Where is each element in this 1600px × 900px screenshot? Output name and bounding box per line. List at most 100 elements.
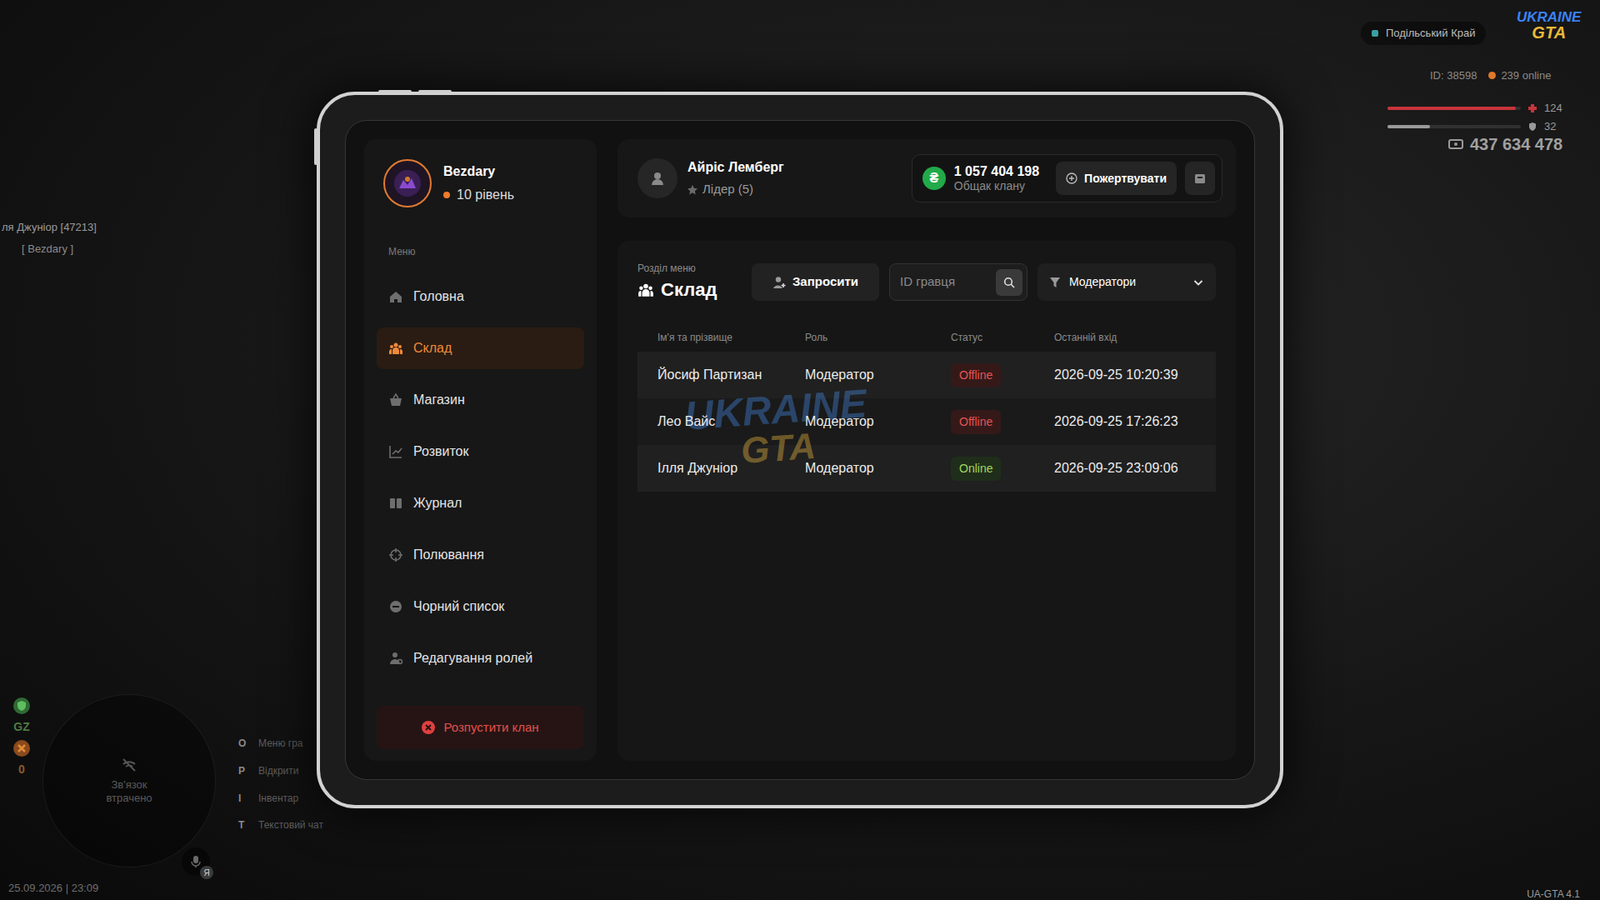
donate-button[interactable]: Пожертвувати <box>1055 161 1177 195</box>
table-row[interactable]: Ілля ДжуніорМодераторOnline2026-09-25 23… <box>637 445 1216 492</box>
region-pill: Подільський Край <box>1360 21 1486 45</box>
greenzone-label: GZ <box>13 718 30 736</box>
members-panel: Розділ менюСклад Запросити Модератори Ім'я … <box>617 240 1236 761</box>
sidebar-item-label: Магазин <box>413 390 465 410</box>
menu-icon <box>388 340 404 356</box>
leader-info: Айріс ЛембергЛідер (5) <box>687 157 785 200</box>
sidebar-item[interactable]: Редагування ролей <box>376 637 585 680</box>
health-track <box>1387 106 1521 110</box>
member-role: Модератор <box>805 458 951 479</box>
player-info: ID: 38598239 online <box>1430 67 1551 85</box>
no-signal-icon <box>120 756 138 774</box>
hotkey-key: T <box>238 818 250 833</box>
sidebar-item[interactable]: Склад <box>376 327 585 370</box>
column-header: Статус <box>950 330 1055 345</box>
avatar <box>383 159 432 208</box>
microphone-icon <box>189 855 203 869</box>
sidebar: Bezdary10 рівень Меню Головна Склад Магазин Р… <box>364 139 597 761</box>
people-icon <box>637 281 655 299</box>
health-fill <box>1387 106 1516 110</box>
sidebar-item[interactable]: Розвиток <box>376 430 585 473</box>
plus-circle-icon <box>1065 172 1078 185</box>
profile-info: Bezdary10 рівень <box>443 161 515 205</box>
leader-name: Айріс Лемберг <box>687 157 785 178</box>
status-cell: Offline <box>950 363 1055 388</box>
game-screen: Подільський КрайUKRAINEGTAID: 38598239 o… <box>0 0 1600 900</box>
armor-icon <box>1527 121 1538 132</box>
member-name: Йосиф Партизан <box>657 365 805 385</box>
invite-label: Запросити <box>792 272 859 292</box>
status-badge: Online <box>950 456 1001 481</box>
currency-badge: ₴ <box>922 166 946 190</box>
sidebar-item-label: Розвиток <box>413 441 470 462</box>
hotkey-hint: PВідкрити <box>238 764 324 779</box>
menu-icon <box>388 444 404 460</box>
sidebar-item[interactable]: Головна <box>376 275 585 318</box>
menu-icon <box>388 495 404 511</box>
nameplate-tag: [ Bezdary ] <box>1 240 74 258</box>
sidebar-item-label: Чорний список <box>413 596 505 617</box>
online-dot <box>1488 71 1496 80</box>
clan-header: Айріс ЛембергЛідер (5)₴1 057 404 198Обща… <box>617 139 1236 218</box>
menu-icon <box>388 650 404 666</box>
table-header: Ім'я та прізвищеРольСтатусОстанній вхід <box>637 328 1216 347</box>
wallet-button[interactable] <box>1185 161 1215 195</box>
table-row[interactable]: Лео ВайсМодераторOffline2026-09-25 17:26… <box>637 398 1216 445</box>
disband-label: Розпустити клан <box>443 718 539 738</box>
hotkey-key: I <box>238 791 250 806</box>
balance-label: Общак клану <box>954 179 1040 193</box>
minimap: Зв'язок втрачено <box>42 694 216 868</box>
clan-balance: ₴1 057 404 198Общак клануПожертвувати <box>911 154 1223 203</box>
status-badge: Offline <box>950 410 1001 435</box>
column-header: Роль <box>805 330 951 345</box>
hotkey-label: Меню гра <box>258 736 304 751</box>
section-label: Розділ меню <box>637 260 742 276</box>
section-title: Розділ менюСклад <box>637 260 742 304</box>
menu-icon <box>388 547 404 563</box>
region-icon <box>1370 29 1380 38</box>
sidebar-item-label: Склад <box>413 338 452 359</box>
level-text: 10 рівень <box>456 185 515 205</box>
online-count: 239 online <box>1488 67 1551 85</box>
sidebar-item[interactable]: Журнал <box>376 482 585 525</box>
indicators: GZ0 <box>10 696 34 779</box>
disband-button[interactable]: Розпустити клан <box>376 705 585 750</box>
hotkey-hint: IІнвентар <box>238 791 324 806</box>
search-button[interactable] <box>995 269 1023 296</box>
health-icon <box>1527 103 1538 114</box>
hotkey-hint: OМеню гра <box>238 736 324 751</box>
armor-bar: 32 <box>1387 118 1556 135</box>
invite-button[interactable]: Запросити <box>751 263 880 301</box>
wanted-icon <box>12 739 31 758</box>
star-icon <box>687 185 698 195</box>
sidebar-item-label: Полювання <box>413 545 485 565</box>
tablet-button <box>418 90 452 94</box>
sidebar-item[interactable]: Полювання <box>376 534 585 576</box>
sidebar-item[interactable]: Чорний список <box>376 585 585 628</box>
minimap-status: Зв'язок втрачено <box>89 778 170 805</box>
member-name: Лео Вайс <box>657 411 805 432</box>
tablet-button <box>378 90 412 94</box>
search-input[interactable] <box>900 272 991 292</box>
mic-badge: Я <box>200 865 214 880</box>
table-row[interactable]: Йосиф ПартизанМодераторOffline2026-09-25… <box>637 351 1216 399</box>
menu-icon <box>388 289 404 305</box>
sidebar-item-label: Редагування ролей <box>413 648 533 669</box>
table-body: UKRAINEGTAЙосиф ПартизанМодераторOffline… <box>637 351 1216 492</box>
member-role: Модератор <box>805 411 951 432</box>
profile: Bezdary10 рівень <box>376 159 585 208</box>
section-name: Склад <box>660 275 717 304</box>
game-version: UA-GTA 4.1 <box>1526 886 1580 900</box>
tablet: Bezdary10 рівень Меню Головна Склад Магазин Р… <box>316 91 1284 809</box>
sidebar-item[interactable]: Магазин <box>376 379 585 421</box>
level-dot <box>443 191 450 199</box>
member-name: Ілля Джуніор <box>657 458 805 479</box>
search-icon <box>1003 276 1015 289</box>
profile-level: 10 рівень <box>443 185 515 205</box>
sidebar-spacer <box>376 679 585 706</box>
panel-toolbar: Розділ менюСклад Запросити Модератори <box>637 260 1216 304</box>
column-header: Ім'я та прізвище <box>657 330 805 345</box>
role-filter[interactable]: Модератори <box>1037 263 1216 301</box>
menu-label: Меню <box>376 244 585 260</box>
armor-fill <box>1387 125 1430 129</box>
